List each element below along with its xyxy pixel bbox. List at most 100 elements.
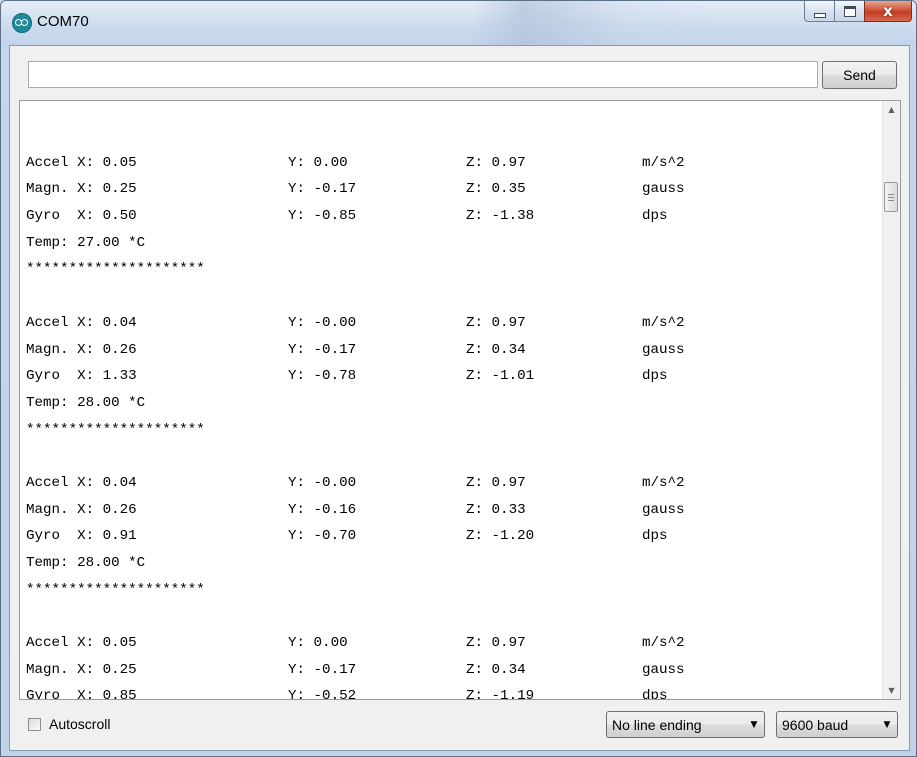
minimize-button[interactable] (804, 1, 834, 22)
serial-line-field: Z: -1.01 (466, 368, 535, 385)
serial-line: Magn. X: 0.26 Y: -0.17 Z: 0.34 gauss (26, 337, 876, 364)
serial-line: ********************* (26, 417, 876, 444)
arduino-logo-icon (12, 13, 32, 33)
serial-line-field: Temp: 28.00 *C (26, 555, 146, 571)
serial-line: Accel X: 0.05 Y: 0.00 Z: 0.97 m/s^2 (26, 630, 876, 657)
serial-line: Accel X: 0.04 Y: -0.00 Z: 0.97 m/s^2 (26, 470, 876, 497)
serial-line-field: Temp: 28.00 *C (26, 394, 146, 411)
line-ending-value: No line ending (612, 716, 702, 733)
serial-line-field: Z: 0.33 (466, 501, 526, 518)
serial-output[interactable]: Accel X: 0.05 Y: 0.00 Z: 0.97 m/s^2 Magn. X:… (19, 100, 901, 700)
baud-rate-value: 9600 baud (782, 716, 849, 733)
vertical-scrollbar[interactable]: ▲ ▼ (882, 101, 900, 699)
serial-line-field: Gyro X: 0.85 (26, 688, 137, 700)
serial-line-field: Y: -0.78 (288, 368, 357, 385)
serial-line-field: Z: 0.97 (466, 154, 526, 171)
grip-line (888, 197, 894, 198)
serial-line (26, 443, 876, 470)
serial-line (26, 123, 876, 150)
serial-line-field: Z: 0.97 (466, 635, 526, 652)
serial-line-field: Y: 0.00 (288, 635, 348, 652)
serial-line-field: Gyro X: 0.91 (26, 528, 137, 545)
serial-line-field: Y: -0.00 (288, 314, 357, 331)
serial-line-field: Y: -0.52 (288, 688, 357, 700)
serial-line-field: m/s^2 (642, 635, 685, 652)
serial-line: Temp: 27.00 *C (26, 230, 876, 257)
serial-line-field: m/s^2 (642, 474, 685, 491)
maximize-icon (843, 5, 856, 17)
serial-line-field: Gyro X: 0.50 (26, 208, 137, 225)
serial-line: Magn. X: 0.25 Y: -0.17 Z: 0.34 gauss (26, 657, 876, 684)
serial-line-field: Z: -1.19 (466, 688, 535, 700)
scrollbar-thumb[interactable] (884, 182, 898, 212)
serial-line-field: Y: -0.17 (288, 661, 357, 678)
serial-line: ********************* (26, 577, 876, 604)
serial-line-field: Accel X: 0.05 (26, 154, 137, 171)
serial-line: Temp: 28.00 *C (26, 550, 876, 577)
close-button[interactable]: x (864, 1, 912, 22)
serial-line: Gyro X: 0.50 Y: -0.85 Z: -1.38 dps (26, 203, 876, 230)
serial-line-field: m/s^2 (642, 314, 685, 331)
line-ending-select[interactable]: No line ending ▼ (606, 711, 765, 738)
serial-line-field: Y: -0.70 (288, 528, 357, 545)
serial-line-field: Z: 0.35 (466, 181, 526, 198)
serial-line: Accel X: 0.05 Y: 0.00 Z: 0.97 m/s^2 (26, 150, 876, 177)
serial-line-field: Magn. X: 0.26 (26, 341, 137, 358)
serial-line: Gyro X: 1.33 Y: -0.78 Z: -1.01 dps (26, 363, 876, 390)
title-bar-glass (471, 1, 731, 45)
serial-line-field: Y: -0.16 (288, 501, 357, 518)
autoscroll-toggle[interactable]: Autoscroll (28, 716, 110, 732)
serial-line (26, 283, 876, 310)
serial-line-field: Magn. X: 0.25 (26, 661, 137, 678)
title-bar[interactable]: COM70 x (1, 1, 916, 45)
serial-line (26, 603, 876, 630)
serial-line: ********************* (26, 256, 876, 283)
serial-line-field: gauss (642, 501, 685, 518)
serial-line-field: Y: -0.17 (288, 181, 357, 198)
serial-line-field: Temp: 27.00 *C (26, 234, 146, 251)
grip-line (888, 194, 894, 195)
chevron-down-icon: ▼ (883, 719, 891, 730)
scroll-down-arrow-icon[interactable]: ▼ (883, 682, 900, 699)
serial-line-field: dps (642, 368, 668, 385)
serial-line-field: Accel X: 0.05 (26, 635, 137, 652)
scroll-up-arrow-icon[interactable]: ▲ (883, 101, 900, 118)
window-title: COM70 (37, 13, 89, 30)
serial-line-field: Z: -1.20 (466, 528, 535, 545)
serial-line-field: Z: 0.97 (466, 474, 526, 491)
serial-line-field: Magn. X: 0.25 (26, 181, 137, 198)
serial-line-field: Gyro X: 1.33 (26, 368, 137, 385)
serial-line: Accel X: 0.04 Y: -0.00 Z: 0.97 m/s^2 (26, 310, 876, 337)
chevron-down-icon: ▼ (750, 719, 758, 730)
status-footer: Autoscroll No line ending ▼ 9600 baud ▼ (10, 702, 907, 748)
autoscroll-checkbox[interactable] (28, 717, 41, 731)
serial-line-field: ********************* (26, 581, 205, 598)
serial-line: Gyro X: 0.85 Y: -0.52 Z: -1.19 dps (26, 683, 876, 700)
serial-monitor-window: COM70 x Send Accel X: 0.05 Y: 0.00 Z: 0.97… (0, 0, 917, 757)
serial-line-field: gauss (642, 661, 685, 678)
serial-line-field: Magn. X: 0.26 (26, 501, 137, 518)
autoscroll-label: Autoscroll (49, 716, 111, 732)
serial-line-field: Z: 0.34 (466, 661, 526, 678)
maximize-button[interactable] (834, 1, 864, 22)
serial-line: Magn. X: 0.25 Y: -0.17 Z: 0.35 gauss (26, 176, 876, 203)
send-button[interactable]: Send (822, 61, 897, 89)
serial-line-field: Y: -0.00 (288, 474, 357, 491)
minimize-icon (813, 12, 826, 18)
serial-line-field: m/s^2 (642, 154, 685, 171)
serial-line-field: Accel X: 0.04 (26, 474, 137, 491)
serial-line-field: Y: -0.17 (288, 341, 357, 358)
serial-monitor-body: Send Accel X: 0.05 Y: 0.00 Z: 0.97 m/s^2 Mag… (9, 45, 910, 751)
serial-line: Gyro X: 0.91 Y: -0.70 Z: -1.20 dps (26, 523, 876, 550)
serial-line-field: Accel X: 0.04 (26, 314, 137, 331)
serial-line-field: Y: -0.85 (288, 208, 357, 225)
serial-line-field: dps (642, 688, 668, 700)
serial-line: Temp: 28.00 *C (26, 390, 876, 417)
serial-line-field: dps (642, 528, 668, 545)
send-input[interactable] (28, 61, 818, 88)
serial-line-field: gauss (642, 341, 685, 358)
grip-line (888, 200, 894, 201)
serial-line-field: Z: 0.34 (466, 341, 526, 358)
baud-rate-select[interactable]: 9600 baud ▼ (776, 711, 898, 738)
close-icon: x (883, 2, 893, 20)
